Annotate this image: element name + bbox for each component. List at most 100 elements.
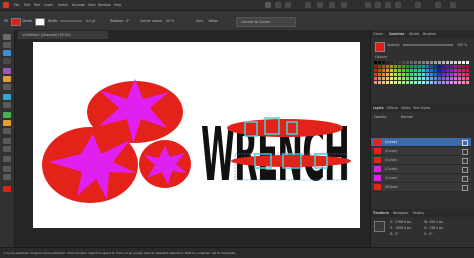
layer-row[interactable]: (Ellipse) <box>371 183 471 192</box>
color-swatch[interactable] <box>450 81 453 84</box>
color-swatch[interactable] <box>438 77 441 80</box>
color-swatch[interactable] <box>458 69 461 72</box>
color-swatch[interactable] <box>394 81 397 84</box>
color-swatch[interactable] <box>398 61 401 64</box>
menu-select[interactable]: Select <box>58 3 68 7</box>
color-swatch[interactable] <box>458 81 461 84</box>
color-swatch[interactable] <box>382 69 385 72</box>
layer-row[interactable]: (Curve) <box>371 174 471 183</box>
color-swatch[interactable] <box>402 77 405 80</box>
color-swatch[interactable] <box>450 69 453 72</box>
color-swatch[interactable] <box>458 65 461 68</box>
color-swatch[interactable] <box>406 61 409 64</box>
layer-row[interactable]: (Curve) <box>371 138 471 147</box>
color-swatch[interactable] <box>410 69 413 72</box>
color-swatch[interactable] <box>442 69 445 72</box>
color-swatch[interactable] <box>378 69 381 72</box>
layer-visibility-checkbox[interactable] <box>462 176 468 182</box>
width-value[interactable]: 0.0 pt <box>86 19 95 23</box>
color-swatch[interactable] <box>378 65 381 68</box>
color-swatch[interactable] <box>410 73 413 76</box>
red-stroke-bottom[interactable] <box>231 155 351 167</box>
color-swatch[interactable] <box>382 65 385 68</box>
color-swatch[interactable] <box>394 69 397 72</box>
ellipse-tool-icon[interactable] <box>3 120 11 126</box>
color-swatch[interactable] <box>442 77 445 80</box>
node-tool-icon[interactable] <box>3 42 11 48</box>
color-swatch[interactable] <box>454 73 457 76</box>
fill-tool-icon[interactable] <box>3 94 11 100</box>
export-persona-icon[interactable] <box>285 2 291 8</box>
tab-effects[interactable]: Effects <box>387 106 398 110</box>
color-swatch[interactable] <box>414 65 417 68</box>
transform-r-value[interactable]: 0° <box>395 232 399 236</box>
tab-navigator[interactable]: Navigator <box>393 211 409 215</box>
layer-row[interactable]: (Curve) <box>371 165 471 174</box>
snapping-icon[interactable] <box>317 2 323 8</box>
color-swatch[interactable] <box>454 69 457 72</box>
color-swatch[interactable] <box>466 61 469 64</box>
designer-persona-icon[interactable] <box>265 2 271 8</box>
color-swatch[interactable] <box>386 81 389 84</box>
color-swatch[interactable] <box>418 69 421 72</box>
color-swatch[interactable] <box>466 69 469 72</box>
rotation-value[interactable]: 0° <box>126 19 130 23</box>
insert-icon[interactable] <box>415 2 421 8</box>
transform-w-value[interactable]: 349.2 px <box>429 220 443 224</box>
color-swatch[interactable] <box>446 73 449 76</box>
color-swatch[interactable] <box>426 81 429 84</box>
color-swatch[interactable] <box>446 65 449 68</box>
color-swatch[interactable] <box>414 77 417 80</box>
color-swatch[interactable] <box>430 77 433 80</box>
color-swatch[interactable] <box>386 61 389 64</box>
color-swatch[interactable] <box>434 61 437 64</box>
studio-icon[interactable] <box>435 2 441 8</box>
color-swatch[interactable] <box>450 65 453 68</box>
vector-brush-icon[interactable] <box>3 84 11 90</box>
menu-arrange[interactable]: Arrange <box>72 3 85 7</box>
blend-mode-select[interactable]: Normal <box>401 115 413 119</box>
color-swatch[interactable] <box>462 65 465 68</box>
color-swatch[interactable] <box>454 81 457 84</box>
color-swatch[interactable] <box>414 73 417 76</box>
boolean-add-icon[interactable] <box>365 2 371 8</box>
color-swatch[interactable] <box>446 69 449 72</box>
color-swatch[interactable] <box>434 77 437 80</box>
color-swatch[interactable] <box>418 65 421 68</box>
color-swatch[interactable] <box>434 73 437 76</box>
transform-h-value[interactable]: 138.4 px <box>429 226 443 230</box>
color-swatch[interactable] <box>410 65 413 68</box>
color-swatch[interactable] <box>374 73 377 76</box>
color-swatch[interactable] <box>450 61 453 64</box>
transform-x-value[interactable]: 1766.8 px <box>395 220 411 224</box>
color-swatch[interactable] <box>402 81 405 84</box>
menu-text[interactable]: Text <box>34 3 40 7</box>
color-swatch[interactable] <box>442 81 445 84</box>
color-swatch[interactable] <box>406 77 409 80</box>
color-swatch[interactable] <box>430 81 433 84</box>
color-swatch[interactable] <box>422 77 425 80</box>
arrange-icon[interactable] <box>341 2 347 8</box>
palette-name[interactable]: Colours <box>375 55 387 59</box>
color-swatch[interactable] <box>418 73 421 76</box>
color-swatch[interactable] <box>462 69 465 72</box>
color-swatch[interactable] <box>394 61 397 64</box>
color-swatch[interactable] <box>374 61 377 64</box>
place-image-icon[interactable] <box>3 156 11 162</box>
menu-view[interactable]: View <box>88 3 96 7</box>
color-swatch[interactable] <box>434 65 437 68</box>
tab-swatches[interactable]: Swatches <box>389 32 404 36</box>
corner-value[interactable]: 50 % <box>166 19 174 23</box>
color-swatch[interactable] <box>422 81 425 84</box>
color-swatch[interactable] <box>410 77 413 80</box>
color-swatch[interactable] <box>426 77 429 80</box>
shape-tool-icon[interactable] <box>3 128 11 134</box>
layer-visibility-checkbox[interactable] <box>462 167 468 173</box>
color-swatch[interactable] <box>406 65 409 68</box>
color-swatch[interactable] <box>374 65 377 68</box>
color-swatch[interactable] <box>418 81 421 84</box>
color-swatch[interactable] <box>382 77 385 80</box>
tab-stroke[interactable]: Stroke <box>409 32 419 36</box>
color-swatch[interactable] <box>382 73 385 76</box>
move-tool-icon[interactable] <box>3 34 11 40</box>
